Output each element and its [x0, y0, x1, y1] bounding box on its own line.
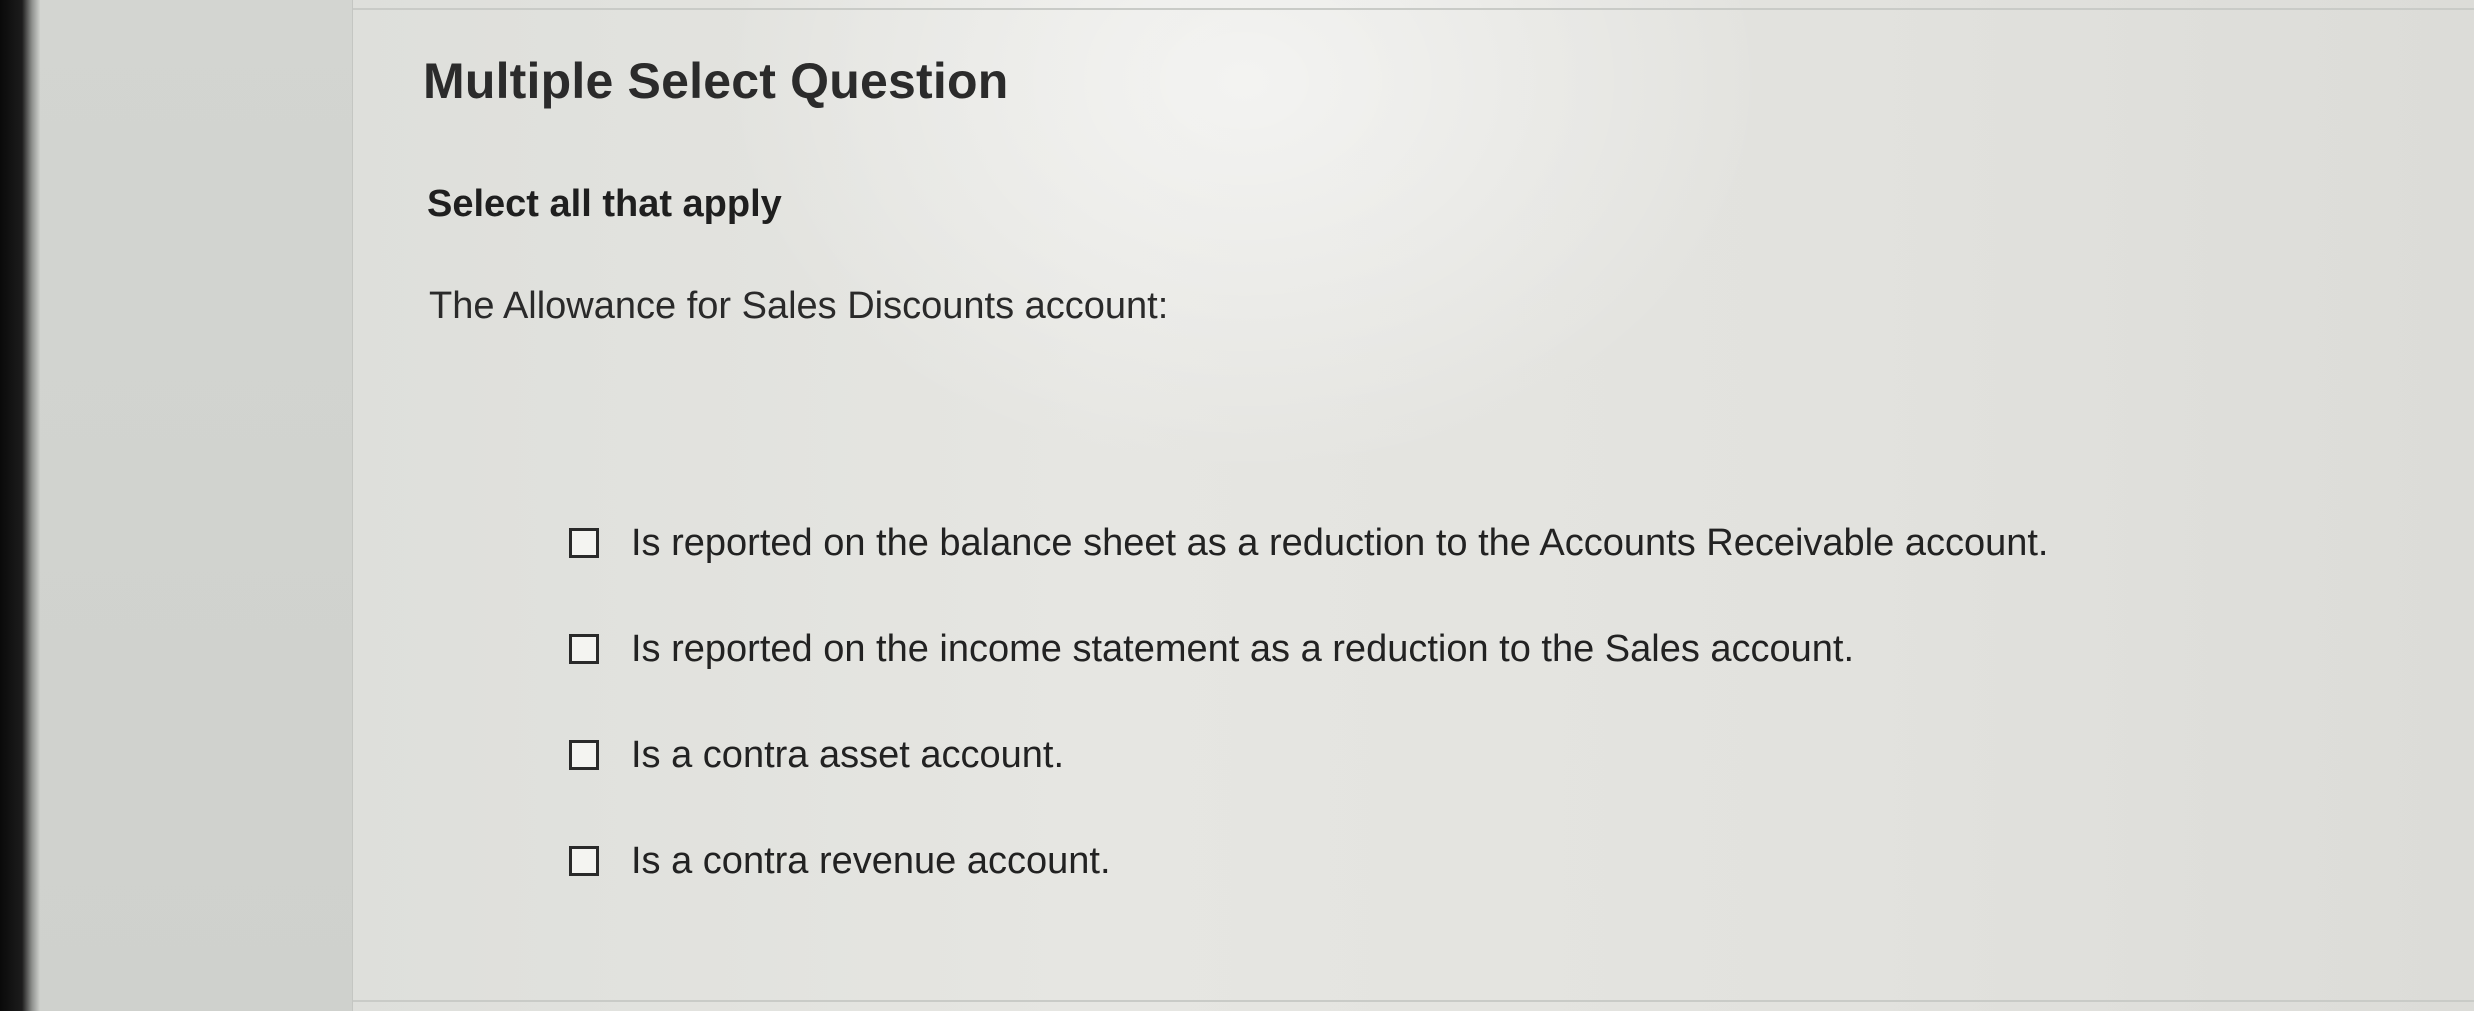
answer-options-list: Is reported on the balance sheet as a re… [569, 490, 2048, 914]
checkbox[interactable] [569, 634, 599, 664]
bottom-divider [353, 1000, 2474, 1002]
top-divider [353, 8, 2474, 10]
left-margin-panel [40, 0, 352, 1011]
question-prompt: The Allowance for Sales Discounts accoun… [429, 285, 1169, 327]
checkbox[interactable] [569, 528, 599, 558]
answer-option-label[interactable]: Is a contra revenue account. [631, 840, 1111, 883]
question-panel: Multiple Select Question Select all that… [352, 0, 2474, 1011]
answer-option-1[interactable]: Is reported on the balance sheet as a re… [569, 490, 2048, 596]
answer-option-label[interactable]: Is reported on the balance sheet as a re… [631, 522, 2048, 565]
question-instruction: Select all that apply [427, 183, 782, 225]
checkbox[interactable] [569, 740, 599, 770]
answer-option-4[interactable]: Is a contra revenue account. [569, 808, 2048, 914]
answer-option-label[interactable]: Is a contra asset account. [631, 734, 1064, 777]
question-type-title: Multiple Select Question [423, 53, 1009, 109]
screen-bezel [0, 0, 40, 1011]
answer-option-3[interactable]: Is a contra asset account. [569, 702, 2048, 808]
checkbox[interactable] [569, 846, 599, 876]
answer-option-2[interactable]: Is reported on the income statement as a… [569, 596, 2048, 702]
answer-option-label[interactable]: Is reported on the income statement as a… [631, 628, 1854, 671]
